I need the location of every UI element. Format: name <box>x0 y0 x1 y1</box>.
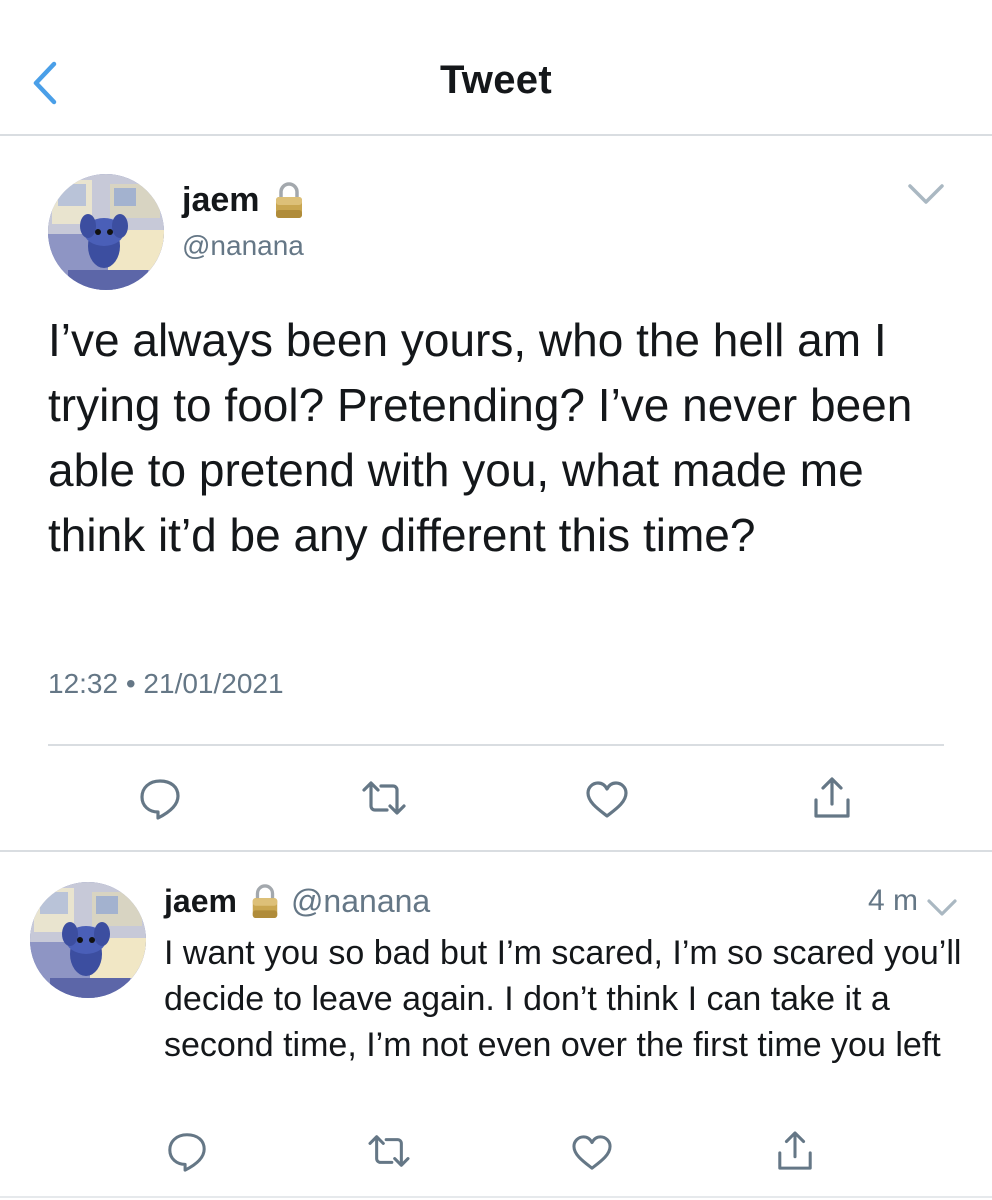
divider <box>0 1196 992 1198</box>
share-icon[interactable] <box>776 1130 814 1172</box>
avatar[interactable] <box>48 174 164 290</box>
tweet-text: I’ve always been yours, who the hell am … <box>48 314 913 561</box>
retweet-icon[interactable] <box>366 1132 412 1170</box>
like-icon[interactable] <box>570 1134 614 1172</box>
page-title: Tweet <box>440 58 552 102</box>
reply-icon[interactable] <box>138 776 182 820</box>
share-icon[interactable] <box>812 776 852 820</box>
like-icon[interactable] <box>584 780 630 820</box>
handle[interactable]: @nanana <box>291 883 430 920</box>
timestamp[interactable]: 12:32 • 21/01/2021 <box>48 668 284 700</box>
avatar[interactable] <box>30 882 146 998</box>
reply-icon[interactable] <box>166 1130 208 1172</box>
chevron-down-icon[interactable] <box>926 898 958 918</box>
top-navigation-bar: Tweet <box>0 0 992 136</box>
retweet-icon[interactable] <box>360 778 408 818</box>
tweet-text: I want you so bad but I’m scared, I’m so… <box>164 934 962 1064</box>
handle[interactable]: @nanana <box>182 230 304 262</box>
lock-icon <box>252 884 278 918</box>
relative-time: 4 m <box>867 884 918 917</box>
divider <box>48 744 944 746</box>
display-name[interactable]: jaem <box>182 181 260 220</box>
reply-header: jaem @nanana <box>164 882 430 920</box>
lock-icon <box>275 182 302 218</box>
chevron-down-icon[interactable] <box>906 182 946 206</box>
display-name[interactable]: jaem <box>164 883 237 920</box>
display-name-row: jaem <box>182 180 306 220</box>
reply-tweet[interactable]: jaem @nanana 4 m I want you so bad but I… <box>0 852 992 1200</box>
